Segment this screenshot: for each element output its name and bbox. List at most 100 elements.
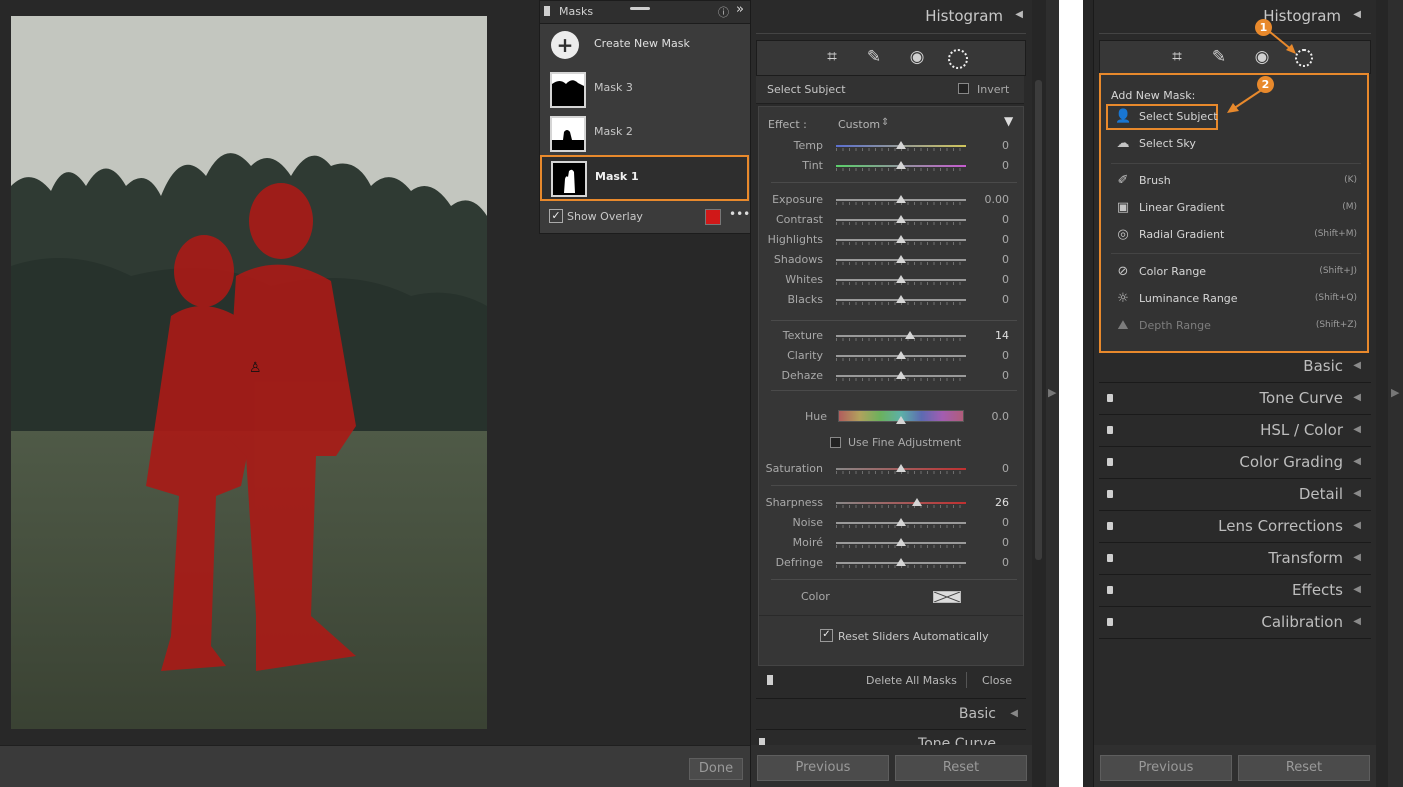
panel-toggle-icon[interactable] (1107, 426, 1113, 434)
slider-value[interactable]: 0 (1002, 293, 1009, 306)
collapse-triangle-icon[interactable]: ◀ (1353, 9, 1361, 20)
collapse-triangle-icon[interactable]: ◀ (1353, 552, 1361, 563)
collapse-icon[interactable]: » (736, 2, 744, 17)
slider-row[interactable]: Moiré 0 (759, 533, 1023, 553)
panel-toggle-icon[interactable] (1107, 618, 1113, 626)
slider-row[interactable]: Whites 0 (759, 270, 1023, 290)
help-icon[interactable]: ⓘ (718, 4, 729, 20)
drag-handle[interactable] (630, 7, 650, 10)
saturation-value[interactable]: 0 (1002, 462, 1009, 475)
slider-row[interactable]: Dehaze 0 (759, 366, 1023, 386)
slider-thumb[interactable] (896, 351, 906, 359)
expand-triangle-icon[interactable]: ▶ (1048, 386, 1056, 399)
previous-button[interactable]: Previous (1100, 755, 1232, 781)
slider-row[interactable]: Exposure 0.00 (759, 190, 1023, 210)
reset-button[interactable]: Reset (895, 755, 1027, 781)
slider-value[interactable]: 0 (1002, 516, 1009, 529)
collapse-triangle-icon[interactable]: ◀ (1353, 520, 1361, 531)
more-options-icon[interactable]: ••• (729, 207, 750, 221)
slider-value[interactable]: 0 (1002, 139, 1009, 152)
slider-value[interactable]: 0 (1002, 349, 1009, 362)
tone-curve-section-header[interactable]: Tone Curve (756, 731, 1026, 745)
slider-value[interactable]: 0 (1002, 159, 1009, 172)
slider-row[interactable]: Blacks 0 (759, 290, 1023, 310)
fine-adjustment-checkbox[interactable] (830, 437, 841, 448)
histogram-header[interactable]: Histogram (925, 7, 1003, 25)
section-basic[interactable]: Basic ◀ (1099, 351, 1371, 383)
slider-row[interactable]: Noise 0 (759, 513, 1023, 533)
invert-checkbox[interactable] (958, 83, 969, 94)
slider-track[interactable] (836, 335, 966, 337)
slider-thumb[interactable] (896, 195, 906, 203)
slider-value[interactable]: 26 (995, 496, 1009, 509)
collapse-triangle-icon[interactable]: ◀ (1353, 616, 1361, 627)
mask-item-3[interactable]: Mask 3 (541, 68, 750, 111)
panel-toggle-icon[interactable] (1107, 586, 1113, 594)
masks-panel-header[interactable]: Masks ⓘ » (540, 1, 751, 24)
slider-thumb[interactable] (896, 518, 906, 526)
panel-toggle-icon[interactable] (1107, 522, 1113, 530)
slider-thumb[interactable] (896, 371, 906, 379)
panel-toggle-icon[interactable] (1107, 554, 1113, 562)
slider-thumb[interactable] (896, 558, 906, 566)
healing-icon[interactable]: ✎ (862, 47, 886, 67)
close-masking-button[interactable]: Close (982, 674, 1012, 687)
collapse-triangle-icon[interactable]: ◀ (1353, 392, 1361, 403)
panel-switch-icon[interactable] (544, 6, 550, 16)
panel-toggle-icon[interactable] (1107, 394, 1113, 402)
slider-row[interactable]: Shadows 0 (759, 250, 1023, 270)
slider-value[interactable]: 0 (1002, 253, 1009, 266)
healing-icon[interactable]: ✎ (1207, 47, 1231, 67)
slider-row[interactable]: Tint 0 (759, 156, 1023, 176)
delete-all-masks-button[interactable]: Delete All Masks (866, 674, 957, 687)
basic-section-header[interactable]: Basic ◀ (756, 698, 1026, 730)
slider-value[interactable]: 0 (1002, 536, 1009, 549)
reset-button[interactable]: Reset (1238, 755, 1370, 781)
mask-item-2[interactable]: Mask 2 (541, 112, 750, 155)
slider-value[interactable]: 0.00 (985, 193, 1010, 206)
collapse-triangle-icon[interactable]: ◀ (1353, 424, 1361, 435)
add-mask-radial-gradient[interactable]: ◎ Radial Gradient (Shift+M) (1101, 224, 1367, 246)
collapse-triangle-icon[interactable]: ◀ (1353, 584, 1361, 595)
expand-triangle-icon[interactable]: ▶ (1391, 386, 1399, 399)
collapse-triangle-icon[interactable]: ◀ (1353, 456, 1361, 467)
toggle-switch-icon[interactable] (767, 675, 773, 685)
slider-thumb[interactable] (896, 141, 906, 149)
slider-thumb[interactable] (911, 498, 922, 506)
slider-thumb[interactable] (905, 331, 916, 339)
color-swatch-none[interactable] (933, 591, 961, 603)
slider-row[interactable]: Highlights 0 (759, 230, 1023, 250)
masking-icon[interactable] (948, 49, 968, 69)
slider-thumb[interactable] (896, 255, 906, 263)
add-mask-select-subject[interactable]: 👤 Select Subject (1101, 106, 1367, 128)
add-mask-luminance-range[interactable]: ☼ Luminance Range (Shift+Q) (1101, 288, 1367, 310)
reset-sliders-checkbox[interactable]: ✓ (820, 629, 833, 642)
panel-toggle-icon[interactable] (1107, 490, 1113, 498)
add-mask-color-range[interactable]: ⊘ Color Range (Shift+J) (1101, 261, 1367, 283)
slider-thumb[interactable] (896, 161, 906, 169)
slider-value[interactable]: 14 (995, 329, 1009, 342)
collapse-triangle-icon[interactable]: ◀ (1353, 360, 1361, 371)
section-lens-corrections[interactable]: Lens Corrections ◀ (1099, 511, 1371, 543)
slider-row[interactable]: Texture 14 (759, 326, 1023, 346)
collapse-triangle-icon[interactable]: ◀ (1353, 488, 1361, 499)
section-detail[interactable]: Detail ◀ (1099, 479, 1371, 511)
histogram-header[interactable]: Histogram (1263, 7, 1341, 25)
slider-thumb[interactable] (896, 235, 906, 243)
collapse-triangle-icon[interactable]: ◀ (1010, 708, 1018, 719)
section-transform[interactable]: Transform ◀ (1099, 543, 1371, 575)
add-mask-depth-range[interactable]: ⛰ Depth Range (Shift+Z) (1101, 315, 1367, 337)
slider-value[interactable]: 0 (1002, 556, 1009, 569)
previous-button[interactable]: Previous (757, 755, 889, 781)
slider-thumb[interactable] (896, 215, 906, 223)
slider-value[interactable]: 0 (1002, 369, 1009, 382)
hue-value[interactable]: 0.0 (992, 410, 1010, 423)
right-panel-toggle[interactable]: ▶ (1388, 0, 1403, 787)
panel-toggle-icon[interactable] (1107, 458, 1113, 466)
slider-row[interactable]: Defringe 0 (759, 553, 1023, 573)
slider-value[interactable]: 0 (1002, 273, 1009, 286)
slider-track[interactable] (836, 502, 966, 504)
show-overlay-checkbox[interactable]: ✓ (549, 209, 563, 223)
slider-value[interactable]: 0 (1002, 233, 1009, 246)
right-panel-toggle[interactable]: ▶ (1046, 0, 1059, 787)
